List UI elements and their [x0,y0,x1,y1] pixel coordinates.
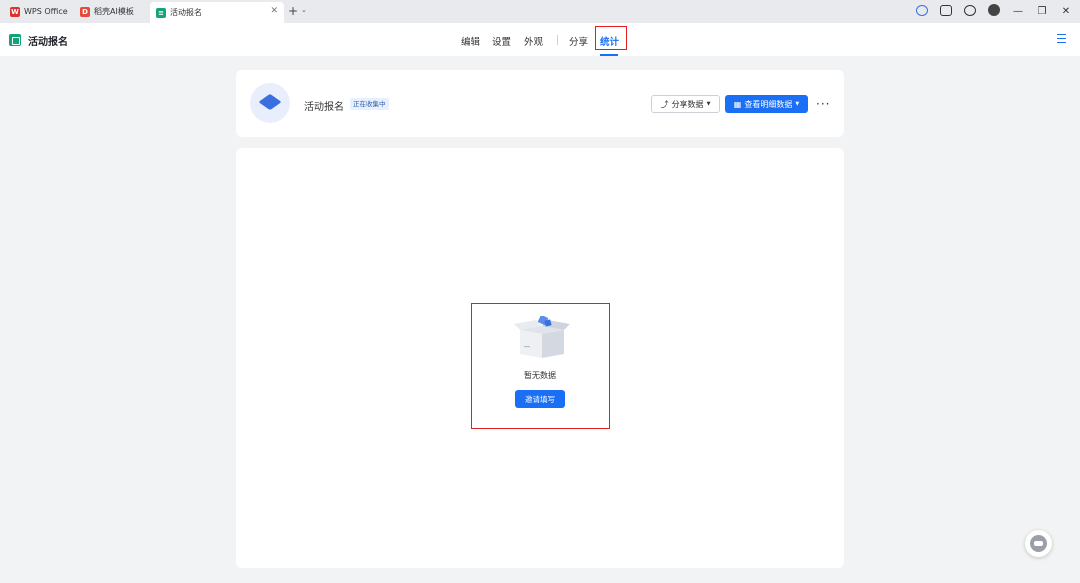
minimize-icon[interactable]: — [1012,6,1024,17]
view-detail-data-button[interactable]: ▦ 查看明细数据 ▼ [725,95,808,113]
tab-activity-form[interactable]: ≡ 活动报名 ✕ [150,2,284,23]
chevron-down-icon: ▼ [706,101,711,107]
assistant-float-button[interactable] [1025,530,1052,557]
more-icon[interactable]: ··· [816,97,830,111]
form-cover-icon [250,83,290,123]
app-header: 活动报名 编辑 设置 外观 分享 统计 [0,23,1080,56]
share-data-label: 分享数据 [671,99,704,109]
new-tab-icon[interactable]: + [288,4,298,18]
close-icon[interactable]: ✕ [270,6,278,16]
user-avatar-icon[interactable] [988,4,1000,19]
skin-icon[interactable] [964,4,976,19]
nav-divider [557,35,558,45]
tab-share[interactable]: 分享 [569,34,588,48]
chevron-down-icon[interactable]: ⌄ [301,6,307,14]
tab-appearance[interactable]: 外观 [524,34,543,48]
table-icon: ▦ [733,99,742,109]
close-window-icon[interactable]: ✕ [1060,6,1072,17]
form-name: 活动报名 [304,102,344,113]
highlight-box-empty-state [471,303,610,429]
view-detail-label: 查看明细数据 [744,99,793,109]
share-icon: ⤴ [660,99,669,109]
browser-tab-bar: W WPS Office D 稻壳AI模板 ≡ 活动报名 ✕ + ⌄ — ❐ ✕ [0,0,1080,23]
tab-label: WPS Office [24,7,68,16]
status-badge: 正在收集中 [350,98,389,110]
tab-settings[interactable]: 设置 [492,34,511,48]
highlight-box-stats [595,26,627,50]
tab-wps-office[interactable]: W WPS Office [4,2,70,21]
window-controls: — ❐ ✕ [916,4,1072,19]
form-info-card: 活动报名 正在收集中 ⤴ 分享数据 ▼ ▦ 查看明细数据 ▼ ··· [236,70,844,137]
copilot-icon[interactable] [916,4,928,19]
restore-icon[interactable]: ❐ [1036,6,1048,17]
active-tab-indicator [600,54,618,56]
tab-docer-ai[interactable]: D 稻壳AI模板 [74,2,146,21]
robot-icon [1030,535,1047,552]
docer-icon: D [80,6,90,17]
form-icon: ≡ [156,7,166,18]
chevron-down-icon: ▼ [795,101,800,107]
app-title: 活动报名 [28,37,68,48]
window-icon[interactable] [940,4,952,19]
tab-edit[interactable]: 编辑 [461,34,480,48]
tab-label: 稻壳AI模板 [94,7,134,16]
share-data-button[interactable]: ⤴ 分享数据 ▼ [651,95,720,113]
wps-icon: W [10,6,20,17]
tab-label: 活动报名 [170,8,202,17]
form-logo-icon [9,34,21,46]
menu-icon[interactable] [1057,34,1066,46]
